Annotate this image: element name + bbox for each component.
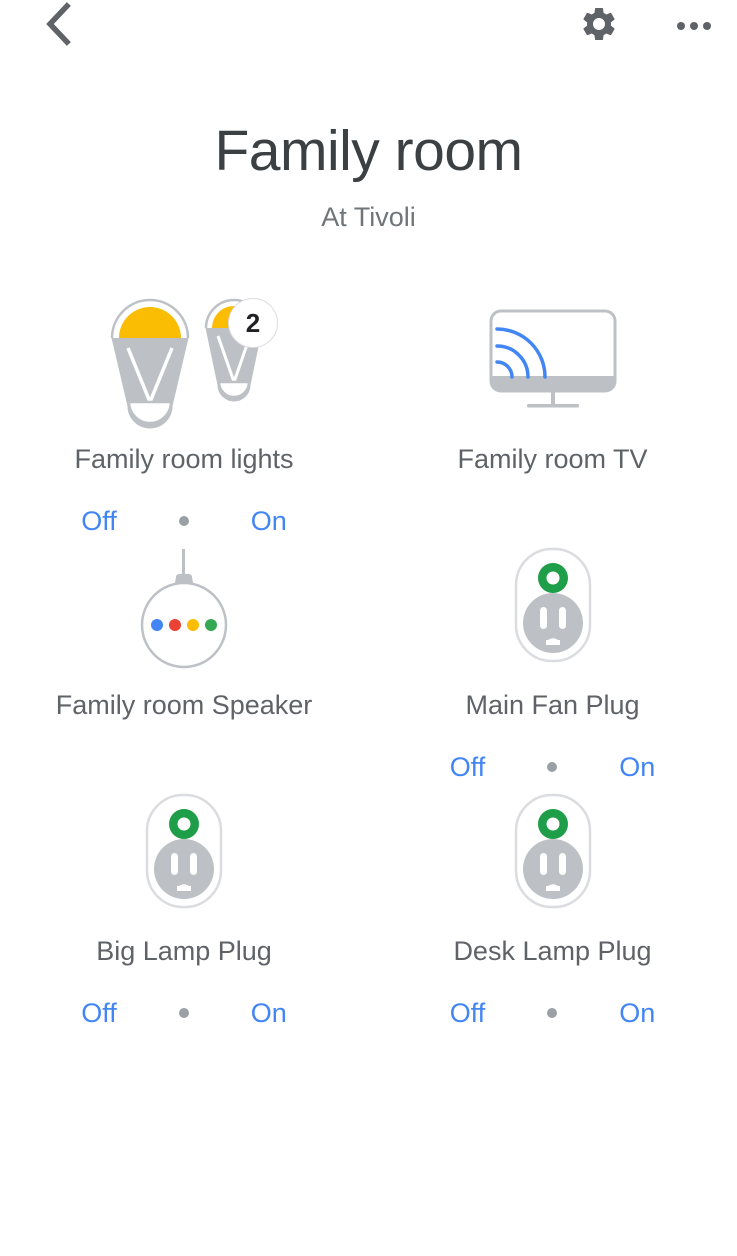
- power-on-option[interactable]: On: [251, 504, 287, 538]
- device-label: Big Lamp Plug: [96, 936, 272, 966]
- device-grid: 2 Family room lights Off On Family room …: [0, 292, 737, 1030]
- device-tile-family-room-speaker[interactable]: Family room Speaker: [0, 538, 368, 784]
- device-tile-family-room-tv[interactable]: Family room TV: [368, 292, 737, 538]
- cast-tv-icon: [483, 305, 623, 420]
- smart-plug-icon: [129, 787, 239, 922]
- overflow-menu-button[interactable]: [668, 0, 720, 52]
- device-label: Desk Lamp Plug: [453, 936, 652, 966]
- device-count-badge: 2: [228, 298, 278, 348]
- page-subtitle: At Tivoli: [321, 202, 416, 232]
- toggle-separator-dot: [547, 762, 558, 772]
- toggle-separator-dot: [547, 1008, 558, 1018]
- device-tile-main-fan-plug[interactable]: Main Fan Plug Off On: [368, 538, 737, 784]
- device-label: Family room lights: [74, 444, 294, 474]
- power-on-option[interactable]: On: [619, 750, 655, 784]
- smart-plug-icon: [498, 787, 608, 922]
- more-horizontal-icon: [675, 17, 714, 35]
- smart-speaker-icon: [124, 541, 244, 676]
- settings-button[interactable]: [573, 0, 625, 52]
- power-toggle-row: Off On: [81, 504, 287, 538]
- device-tile-big-lamp-plug[interactable]: Big Lamp Plug Off On: [0, 784, 368, 1030]
- toggle-separator-dot: [178, 1008, 189, 1018]
- app-bar: [0, 0, 737, 58]
- smart-plug-icon: [498, 541, 608, 676]
- device-label: Family room Speaker: [55, 690, 313, 720]
- power-toggle-row: Off On: [450, 750, 656, 784]
- smart-plug-icon-button[interactable]: [498, 538, 608, 678]
- power-off-option[interactable]: Off: [81, 504, 117, 538]
- toggle-separator-dot: [178, 516, 189, 526]
- chevron-left-icon: [43, 1, 71, 51]
- power-off-option[interactable]: Off: [450, 750, 486, 784]
- power-toggle-row: Off On: [450, 996, 656, 1030]
- page-title: Family room: [214, 119, 523, 183]
- power-toggle-row: Off On: [81, 996, 287, 1030]
- power-on-option[interactable]: On: [619, 996, 655, 1030]
- cast-tv-icon-button[interactable]: [483, 292, 623, 432]
- device-tile-family-room-lights[interactable]: 2 Family room lights Off On: [0, 292, 368, 538]
- smart-plug-icon-button[interactable]: [498, 784, 608, 924]
- smart-speaker-icon-button[interactable]: [124, 538, 244, 678]
- power-on-option[interactable]: On: [251, 996, 287, 1030]
- gear-icon: [579, 4, 619, 49]
- power-off-option[interactable]: Off: [81, 996, 117, 1030]
- power-off-option[interactable]: Off: [450, 996, 486, 1030]
- smart-plug-icon-button[interactable]: [129, 784, 239, 924]
- device-tile-desk-lamp-plug[interactable]: Desk Lamp Plug Off On: [368, 784, 737, 1030]
- device-label: Main Fan Plug: [465, 690, 640, 720]
- room-header: Family room At Tivoli: [0, 120, 737, 234]
- back-button[interactable]: [28, 0, 86, 52]
- light-bulbs-icon-button[interactable]: 2: [94, 292, 278, 432]
- device-label: Family room TV: [457, 444, 648, 474]
